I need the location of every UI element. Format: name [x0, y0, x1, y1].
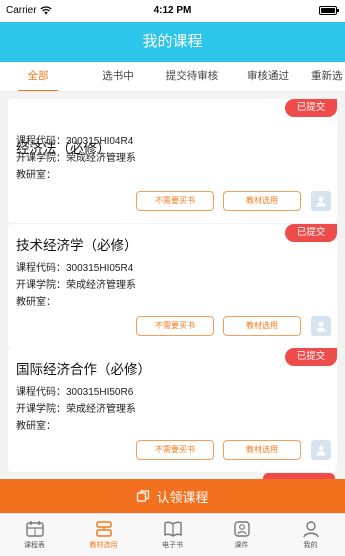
more-button[interactable]	[311, 191, 331, 211]
course-title: 技术经济学（必修）	[16, 238, 138, 253]
status-time: 4:12 PM	[153, 5, 192, 16]
course-college-value: 荣成经济管理系	[66, 153, 136, 164]
course-code-line: 课程代码：300315HI05R4	[16, 259, 133, 274]
course-card[interactable]: 已提交 课程代码：300315HI05R4 开课学院：荣成经济管理系 教研室： …	[8, 224, 337, 348]
course-code-label: 课程代码：	[16, 263, 66, 274]
course-college-value: 荣成经济管理系	[66, 404, 136, 415]
course-code-value: 300315HI50R6	[66, 387, 134, 398]
tabbar-item-courseware[interactable]: 课件	[207, 514, 276, 556]
status-badge: 已提交	[285, 348, 337, 366]
select-textbook-button[interactable]: 教材选用	[223, 191, 301, 211]
status-badge: 已提交	[285, 224, 337, 242]
course-code-line: 课程代码：300315HI04R4	[16, 132, 133, 147]
calendar-icon	[25, 521, 44, 537]
status-badge: 已提交	[285, 99, 337, 117]
select-textbook-button[interactable]: 教材选用	[223, 316, 301, 336]
courseware-icon	[233, 521, 250, 537]
course-office-line: 教研室：	[16, 166, 56, 181]
course-college-line: 开课学院：荣成经济管理系	[16, 149, 136, 164]
course-office-label: 教研室：	[16, 421, 56, 432]
page-title: 我的课程	[0, 22, 345, 62]
no-book-button[interactable]: 不需要买书	[136, 440, 214, 460]
course-college-label: 开课学院：	[16, 153, 66, 164]
course-card[interactable]: 已提交 经济法（必修） 课程代码：300315HI04R4 开课学院：荣成经济管…	[8, 99, 337, 223]
course-title: 国际经济合作（必修）	[16, 362, 151, 377]
tabbar-item-schedule[interactable]: 课程表	[0, 514, 69, 556]
tab-pending-review[interactable]: 提交待审核	[160, 62, 224, 91]
course-college-label: 开课学院：	[16, 280, 66, 291]
filter-tabs: 全部 选书中 提交待审核 审核通过 重新选	[0, 62, 345, 92]
book-select-icon	[95, 521, 112, 537]
tab-selecting[interactable]: 选书中	[96, 62, 140, 91]
course-office-label: 教研室：	[16, 170, 56, 181]
course-office-line: 教研室：	[16, 417, 56, 432]
course-code-line: 课程代码：300315HI50R6	[16, 383, 133, 398]
tabbar-label: 电子书	[162, 542, 183, 549]
profile-icon	[302, 521, 319, 538]
tabbar-item-ebook[interactable]: 电子书	[138, 514, 207, 556]
ebook-icon	[163, 521, 182, 537]
battery-icon	[319, 6, 339, 15]
tabbar-item-textbook[interactable]: 教材选用	[69, 514, 138, 556]
tabbar-label: 我的	[303, 542, 318, 549]
person-icon	[316, 196, 326, 206]
tabbar-label: 课件	[234, 542, 249, 549]
tabbar-label: 教材选用	[89, 542, 118, 549]
claim-icon	[137, 490, 150, 502]
tabbar-label: 课程表	[24, 542, 45, 549]
course-card[interactable]: 已提交 国际经济合作（必修） 课程代码：300315HI50R6 开课学院：荣成…	[8, 348, 337, 472]
tabbar-item-profile[interactable]: 我的	[276, 514, 345, 556]
course-office-label: 教研室：	[16, 297, 56, 308]
course-college-line: 开课学院：荣成经济管理系	[16, 400, 136, 415]
course-code-label: 课程代码：	[16, 136, 66, 147]
more-button[interactable]	[311, 316, 331, 336]
tab-all[interactable]: 全部	[18, 62, 58, 91]
course-code-value: 300315HI04R4	[66, 136, 134, 147]
course-code-label: 课程代码：	[16, 387, 66, 398]
person-icon	[316, 445, 326, 455]
status-bar: Carrier 4:12 PM	[0, 0, 345, 22]
tab-underline	[18, 90, 58, 91]
course-office-line: 教研室：	[16, 293, 56, 308]
tab-reselect[interactable]: 重新选	[311, 62, 345, 91]
bottom-tab-bar: 课程表 教材选用 电子书 课件 我的	[0, 513, 345, 556]
select-textbook-button[interactable]: 教材选用	[223, 440, 301, 460]
no-book-button[interactable]: 不需要买书	[136, 191, 214, 211]
claim-course-label: 认领课程	[156, 489, 209, 505]
more-button[interactable]	[311, 440, 331, 460]
course-college-line: 开课学院：荣成经济管理系	[16, 276, 136, 291]
person-icon	[316, 321, 326, 331]
no-book-button[interactable]: 不需要买书	[136, 316, 214, 336]
course-college-label: 开课学院：	[16, 404, 66, 415]
claim-course-button[interactable]: 认领课程	[0, 479, 345, 513]
tab-approved[interactable]: 审核通过	[240, 62, 296, 91]
course-college-value: 荣成经济管理系	[66, 280, 136, 291]
course-code-value: 300315HI05R4	[66, 263, 134, 274]
